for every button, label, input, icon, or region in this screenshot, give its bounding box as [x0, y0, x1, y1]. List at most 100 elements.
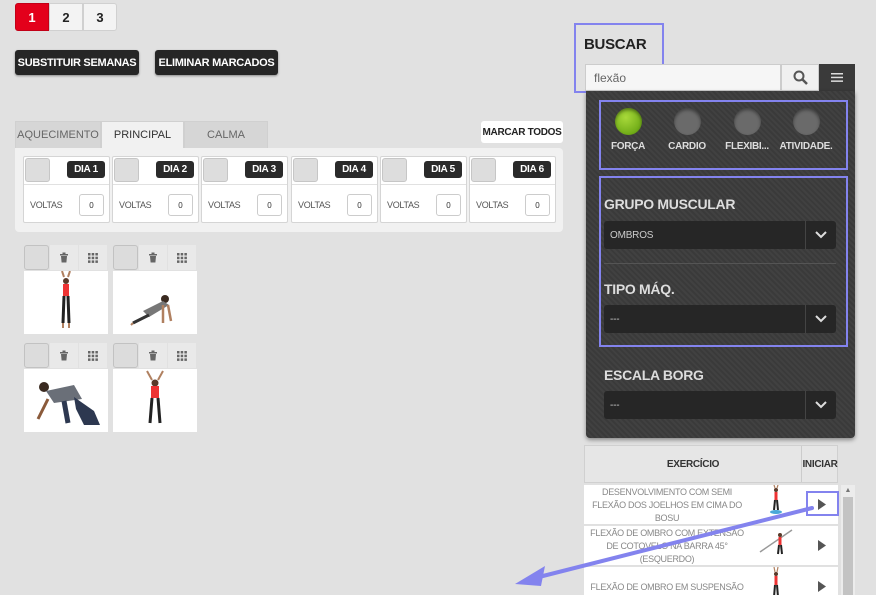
page-3-button[interactable]: 3 — [83, 3, 117, 31]
day-card: DIA 5 VOLTAS 0 — [380, 156, 467, 223]
exercise-name: FLEXÃO DE OMBRO COM EXTENSÃO DE COTOVELO… — [590, 527, 744, 564]
days-panel: DIA 1 VOLTAS 0 DIA 2 VOLTAS 0 DIA 3 VOLT… — [15, 148, 563, 232]
day-checkbox[interactable] — [114, 158, 139, 182]
exercise-image[interactable] — [113, 271, 197, 334]
result-row[interactable]: FLEXÃO DE OMBRO COM EXTENSÃO DE COTOVELO… — [584, 526, 838, 566]
card-toolbar — [113, 343, 197, 368]
grid-icon[interactable] — [168, 245, 196, 270]
results-header: EXERCÍCIO INICIAR — [584, 445, 838, 483]
exercise-name: FLEXÃO DE OMBRO EM SUSPENSÃO — [590, 581, 744, 592]
exercise-card — [113, 245, 197, 334]
grid-icon[interactable] — [79, 245, 107, 270]
select-value: --- — [610, 400, 620, 411]
divider — [292, 184, 377, 185]
day-checkbox[interactable] — [25, 158, 50, 182]
search-input[interactable]: flexão — [585, 64, 781, 91]
card-checkbox[interactable] — [24, 343, 49, 368]
voltas-input[interactable]: 0 — [347, 194, 372, 216]
section-tabs: AQUECIMENTO PRINCIPAL CALMA — [15, 121, 268, 148]
card-checkbox[interactable] — [24, 245, 49, 270]
exercise-image[interactable] — [24, 369, 108, 432]
card-checkbox[interactable] — [113, 245, 138, 270]
col-start[interactable]: INICIAR — [802, 446, 838, 482]
day-card: DIA 6 VOLTAS 0 — [469, 156, 556, 223]
day-checkbox[interactable] — [203, 158, 228, 182]
col-exercise[interactable]: EXERCÍCIO — [585, 446, 802, 482]
highlight-box — [599, 176, 848, 347]
day-label[interactable]: DIA 3 — [245, 161, 283, 178]
divider — [24, 184, 109, 185]
grid-icon[interactable] — [79, 343, 107, 368]
exercise-thumbnail — [750, 526, 802, 556]
card-toolbar — [113, 245, 197, 270]
day-card: DIA 3 VOLTAS 0 — [201, 156, 288, 223]
exercise-image[interactable] — [113, 369, 197, 432]
day-label[interactable]: DIA 1 — [67, 161, 105, 178]
page-1-button[interactable]: 1 — [15, 3, 49, 31]
search-button[interactable] — [781, 64, 819, 91]
trash-icon[interactable] — [50, 245, 78, 270]
exercise-card — [113, 343, 197, 432]
trash-icon[interactable] — [139, 245, 167, 270]
borg-scale-label: ESCALA BORG — [604, 367, 704, 383]
voltas-label: VOLTAS — [30, 200, 63, 210]
tab-main[interactable]: PRINCIPAL — [101, 121, 184, 148]
chevron-down-icon — [805, 391, 836, 419]
day-card: DIA 1 VOLTAS 0 — [23, 156, 110, 223]
day-checkbox[interactable] — [382, 158, 407, 182]
day-label[interactable]: DIA 6 — [513, 161, 551, 178]
trash-icon[interactable] — [50, 343, 78, 368]
voltas-input[interactable]: 0 — [79, 194, 104, 216]
day-card: DIA 2 VOLTAS 0 — [112, 156, 199, 223]
pagination: 1 2 3 — [15, 3, 117, 31]
highlight-box — [599, 100, 848, 170]
day-checkbox[interactable] — [293, 158, 318, 182]
menu-button[interactable] — [819, 64, 855, 91]
voltas-input[interactable]: 0 — [257, 194, 282, 216]
play-icon — [818, 539, 826, 551]
menu-icon — [831, 73, 843, 82]
voltas-label: VOLTAS — [208, 200, 241, 210]
scroll-thumb[interactable] — [843, 497, 853, 595]
divider — [470, 184, 555, 185]
day-checkbox[interactable] — [471, 158, 496, 182]
card-checkbox[interactable] — [113, 343, 138, 368]
exercise-thumbnail — [750, 485, 802, 515]
play-icon — [818, 580, 826, 592]
day-label[interactable]: DIA 4 — [335, 161, 373, 178]
result-row[interactable]: DESENVOLVIMENTO COM SEMI FLEXÃO DOS JOEL… — [584, 485, 838, 525]
exercise-card — [24, 343, 108, 432]
exercise-image[interactable] — [24, 271, 108, 334]
result-row[interactable]: FLEXÃO DE OMBRO EM SUSPENSÃO — [584, 567, 838, 595]
tab-cooldown[interactable]: CALMA — [184, 121, 268, 148]
day-label[interactable]: DIA 2 — [156, 161, 194, 178]
divider — [202, 184, 287, 185]
voltas-input[interactable]: 0 — [436, 194, 461, 216]
voltas-label: VOLTAS — [387, 200, 420, 210]
search-icon — [793, 70, 808, 85]
play-button[interactable] — [810, 575, 834, 595]
divider — [113, 184, 198, 185]
delete-marked-button[interactable]: ELIMINAR MARCADOS — [155, 50, 278, 75]
play-button[interactable] — [810, 534, 834, 556]
trash-icon[interactable] — [139, 343, 167, 368]
voltas-label: VOLTAS — [119, 200, 152, 210]
voltas-label: VOLTAS — [476, 200, 509, 210]
card-toolbar — [24, 245, 108, 270]
scroll-up-icon[interactable]: ▲ — [841, 485, 855, 495]
voltas-label: VOLTAS — [298, 200, 331, 210]
borg-scale-select[interactable]: --- — [604, 391, 836, 419]
mark-all-button[interactable]: MARCAR TODOS — [481, 121, 563, 143]
divider — [381, 184, 466, 185]
results-scrollbar[interactable]: ▲ — [841, 485, 855, 595]
exercise-name: DESENVOLVIMENTO COM SEMI FLEXÃO DOS JOEL… — [592, 486, 742, 523]
day-label[interactable]: DIA 5 — [424, 161, 462, 178]
exercise-thumbnail — [750, 567, 802, 595]
page-2-button[interactable]: 2 — [49, 3, 83, 31]
voltas-input[interactable]: 0 — [525, 194, 550, 216]
tab-warmup[interactable]: AQUECIMENTO — [15, 121, 101, 148]
voltas-input[interactable]: 0 — [168, 194, 193, 216]
replace-weeks-button[interactable]: SUBSTITUIR SEMANAS — [15, 50, 139, 75]
highlight-box — [806, 491, 839, 516]
grid-icon[interactable] — [168, 343, 196, 368]
